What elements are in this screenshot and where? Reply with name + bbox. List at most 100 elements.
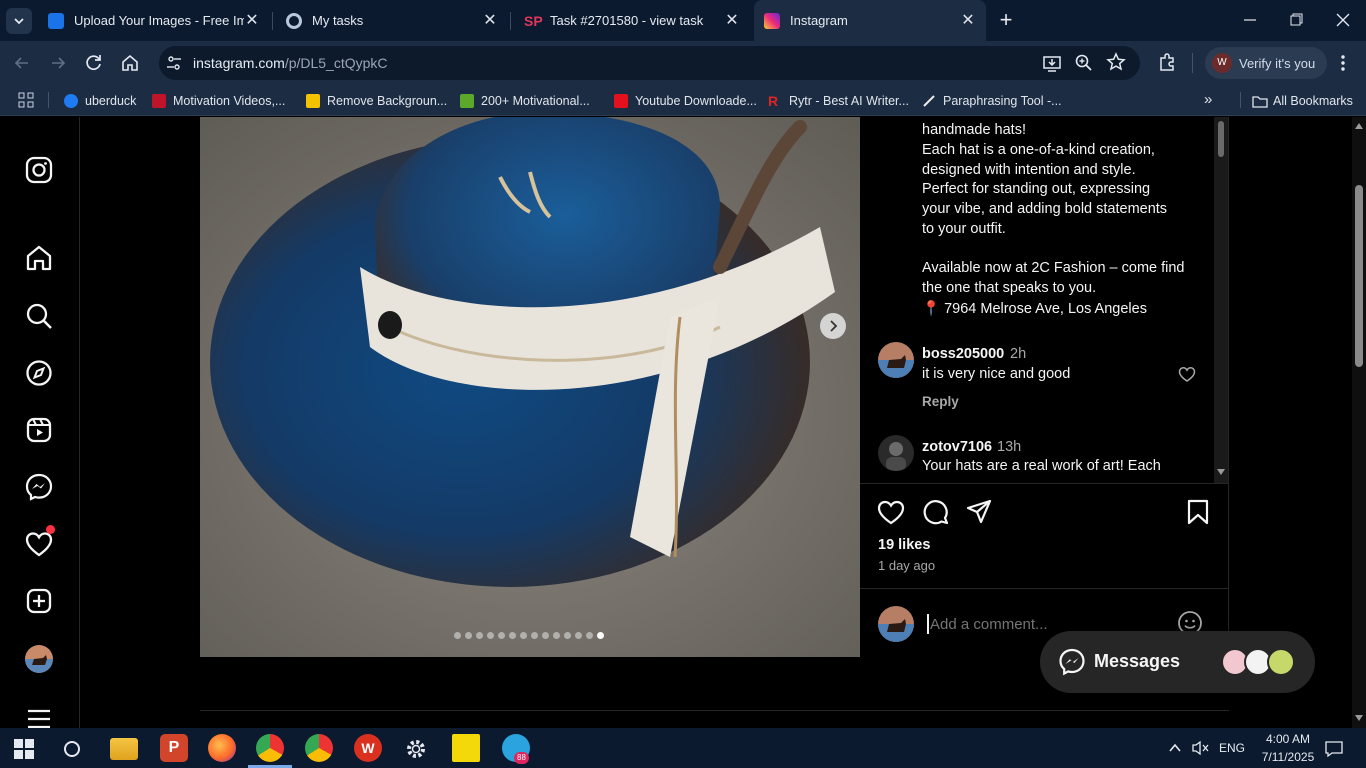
zoom-icon[interactable] (1074, 53, 1094, 73)
share-paper-plane-icon[interactable] (965, 498, 993, 526)
next-image-button[interactable] (820, 313, 846, 339)
post-date[interactable]: 1 day ago (878, 558, 935, 573)
site-info-icon[interactable] (165, 54, 183, 72)
carousel-dot (564, 632, 571, 639)
home-nav-icon[interactable] (24, 243, 54, 273)
search-nav-icon[interactable] (24, 301, 54, 331)
comments-scrollbar[interactable] (1214, 117, 1228, 483)
language-indicator[interactable]: ENG (1219, 741, 1245, 755)
post-image[interactable] (200, 117, 860, 657)
reply-button[interactable]: Reply (922, 394, 959, 409)
home-button[interactable] (120, 53, 140, 73)
telegram-badge: 88 (514, 752, 529, 764)
clock-date[interactable]: 7/11/2025 (1250, 750, 1326, 764)
close-icon[interactable]: ✕ (960, 12, 976, 29)
carousel-dot (597, 632, 604, 639)
carousel-dot (498, 632, 505, 639)
carousel-dot (454, 632, 461, 639)
bookmark-label: Motivation Videos,... (173, 94, 286, 108)
carousel-dot (586, 632, 593, 639)
apps-grid-icon[interactable] (18, 92, 34, 108)
close-icon[interactable]: ✕ (244, 12, 260, 29)
all-bookmarks[interactable]: All Bookmarks (1252, 92, 1353, 110)
notifications-heart-icon[interactable] (24, 525, 55, 559)
my-avatar (878, 606, 914, 642)
bookmark-motivational[interactable]: 200+ Motivational... (460, 92, 590, 110)
speaker-muted-icon[interactable] (1191, 740, 1209, 756)
chrome-icon[interactable] (305, 734, 333, 762)
tab-task-view[interactable]: SP Task #2701580 - view task ✕ (514, 0, 750, 41)
comment-avatar[interactable] (878, 435, 914, 471)
tab-my-tasks[interactable]: My tasks ✕ (276, 0, 508, 41)
profile-chip[interactable]: W Verify it's you (1205, 47, 1327, 79)
messages-label: Messages (1094, 651, 1181, 671)
messages-pill[interactable]: Messages (1040, 631, 1315, 693)
close-icon[interactable]: ✕ (724, 12, 740, 29)
minimize-button[interactable] (1240, 12, 1260, 28)
save-bookmark-icon[interactable] (1184, 498, 1212, 526)
wps-office-icon[interactable]: W (354, 734, 382, 762)
search-circle-icon[interactable] (62, 739, 82, 759)
caption-line: Available now at 2C Fashion – come find (922, 260, 1185, 276)
close-window-button[interactable] (1333, 12, 1353, 28)
bookmark-paraphrasing[interactable]: Paraphrasing Tool -... (922, 92, 1062, 110)
explore-compass-icon[interactable] (24, 358, 54, 388)
create-post-icon[interactable] (24, 586, 54, 616)
clock-time[interactable]: 4:00 AM (1256, 732, 1320, 746)
yellow-app-icon[interactable] (452, 734, 480, 762)
comment-avatar[interactable] (878, 342, 914, 378)
bookmark-uberduck[interactable]: uberduck (64, 92, 136, 110)
carousel-dot (542, 632, 549, 639)
tab-instagram[interactable]: Instagram ✕ (754, 0, 986, 41)
bookmark-motivation[interactable]: Motivation Videos,... (152, 92, 285, 110)
page-scrollbar[interactable] (1352, 117, 1366, 728)
chevron-up-icon[interactable] (1168, 741, 1182, 755)
back-button[interactable] (12, 54, 32, 72)
youtube-download-icon (614, 94, 628, 108)
profile-avatar[interactable] (25, 645, 53, 673)
restore-button[interactable] (1286, 12, 1306, 28)
instagram-logo-icon[interactable] (24, 155, 54, 185)
likes-count[interactable]: 19 likes (878, 537, 930, 553)
tab-search-button[interactable] (6, 8, 32, 34)
notification-center-icon[interactable] (1324, 739, 1344, 759)
folder-icon (1252, 94, 1268, 108)
file-explorer-icon[interactable] (110, 738, 138, 760)
comment-username[interactable]: boss205000 (922, 346, 1004, 362)
windows-start-icon[interactable] (14, 739, 34, 759)
tab-upload-images[interactable]: Upload Your Images - Free Ima ✕ (38, 0, 270, 41)
url-text[interactable]: instagram.com/p/DL5_ctQypkC (193, 55, 388, 71)
telegram-icon[interactable]: 88 (502, 734, 530, 764)
bookmark-youtube-downloader[interactable]: Youtube Downloade... (614, 92, 757, 110)
image-upload-favicon-icon (48, 12, 64, 29)
like-heart-icon[interactable] (877, 498, 905, 526)
comment-time: 2h (1010, 346, 1027, 362)
comment-username[interactable]: zotov7106 (922, 439, 992, 455)
wps-presentation-icon[interactable]: P (160, 734, 188, 762)
firefox-icon[interactable] (208, 734, 236, 762)
comment-like-heart-icon[interactable] (1178, 366, 1196, 382)
extensions-icon[interactable] (1157, 52, 1177, 72)
chrome-active-icon[interactable] (256, 734, 284, 762)
messenger-icon[interactable] (24, 472, 54, 502)
reload-button[interactable] (84, 53, 104, 73)
arrow-right-icon (48, 54, 68, 72)
install-app-icon[interactable] (1042, 53, 1062, 73)
close-icon[interactable]: ✕ (482, 12, 498, 29)
rytr-icon: R (768, 93, 779, 109)
settings-gear-icon[interactable] (404, 737, 428, 761)
comment-bubble-icon[interactable] (921, 498, 949, 526)
reels-icon[interactable] (24, 415, 54, 445)
forward-button[interactable] (48, 54, 68, 72)
chrome-menu-icon[interactable] (1336, 53, 1350, 73)
bookmark-rytr[interactable]: R Rytr - Best AI Writer... (768, 92, 909, 110)
text-cursor (927, 614, 929, 634)
bookmark-star-icon[interactable] (1106, 52, 1126, 72)
caption-line: designed with intention and style. (922, 162, 1136, 178)
bookmark-remove-bg[interactable]: Remove Backgroun... (306, 92, 447, 110)
new-tab-button[interactable]: + (994, 8, 1018, 32)
notification-dot (46, 525, 55, 534)
carousel-dot (487, 632, 494, 639)
bookmark-label: 200+ Motivational... (481, 94, 590, 108)
bookmarks-overflow-icon[interactable]: » (1204, 92, 1220, 108)
